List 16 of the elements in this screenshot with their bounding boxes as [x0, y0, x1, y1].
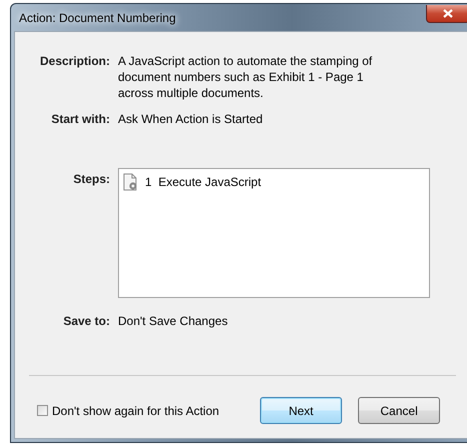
- close-button[interactable]: [426, 4, 467, 22]
- step-item[interactable]: 1 Execute JavaScript: [145, 174, 262, 190]
- checkbox-label: Don't show again for this Action: [52, 404, 220, 418]
- window-title: Action: Document Numbering: [18, 10, 176, 24]
- cancel-button[interactable]: Cancel: [358, 397, 440, 424]
- close-icon: [443, 8, 453, 18]
- field-label: Start with:: [50, 111, 110, 127]
- save-to-text: Don't Save Changes: [118, 313, 229, 329]
- checkbox[interactable]: [37, 405, 48, 416]
- next-button[interactable]: Next: [260, 397, 342, 424]
- field-label: Steps:: [72, 171, 110, 187]
- description-text: A JavaScript action to automate the stamping of document numbers such as Exhibit 1 - Page 1 across multiple documents.: [118, 53, 374, 101]
- field-label: Save to:: [62, 313, 110, 329]
- script-gear-icon: [123, 173, 139, 191]
- start-with-text: Ask When Action is Started: [118, 111, 264, 127]
- field-label: Description:: [38, 53, 110, 70]
